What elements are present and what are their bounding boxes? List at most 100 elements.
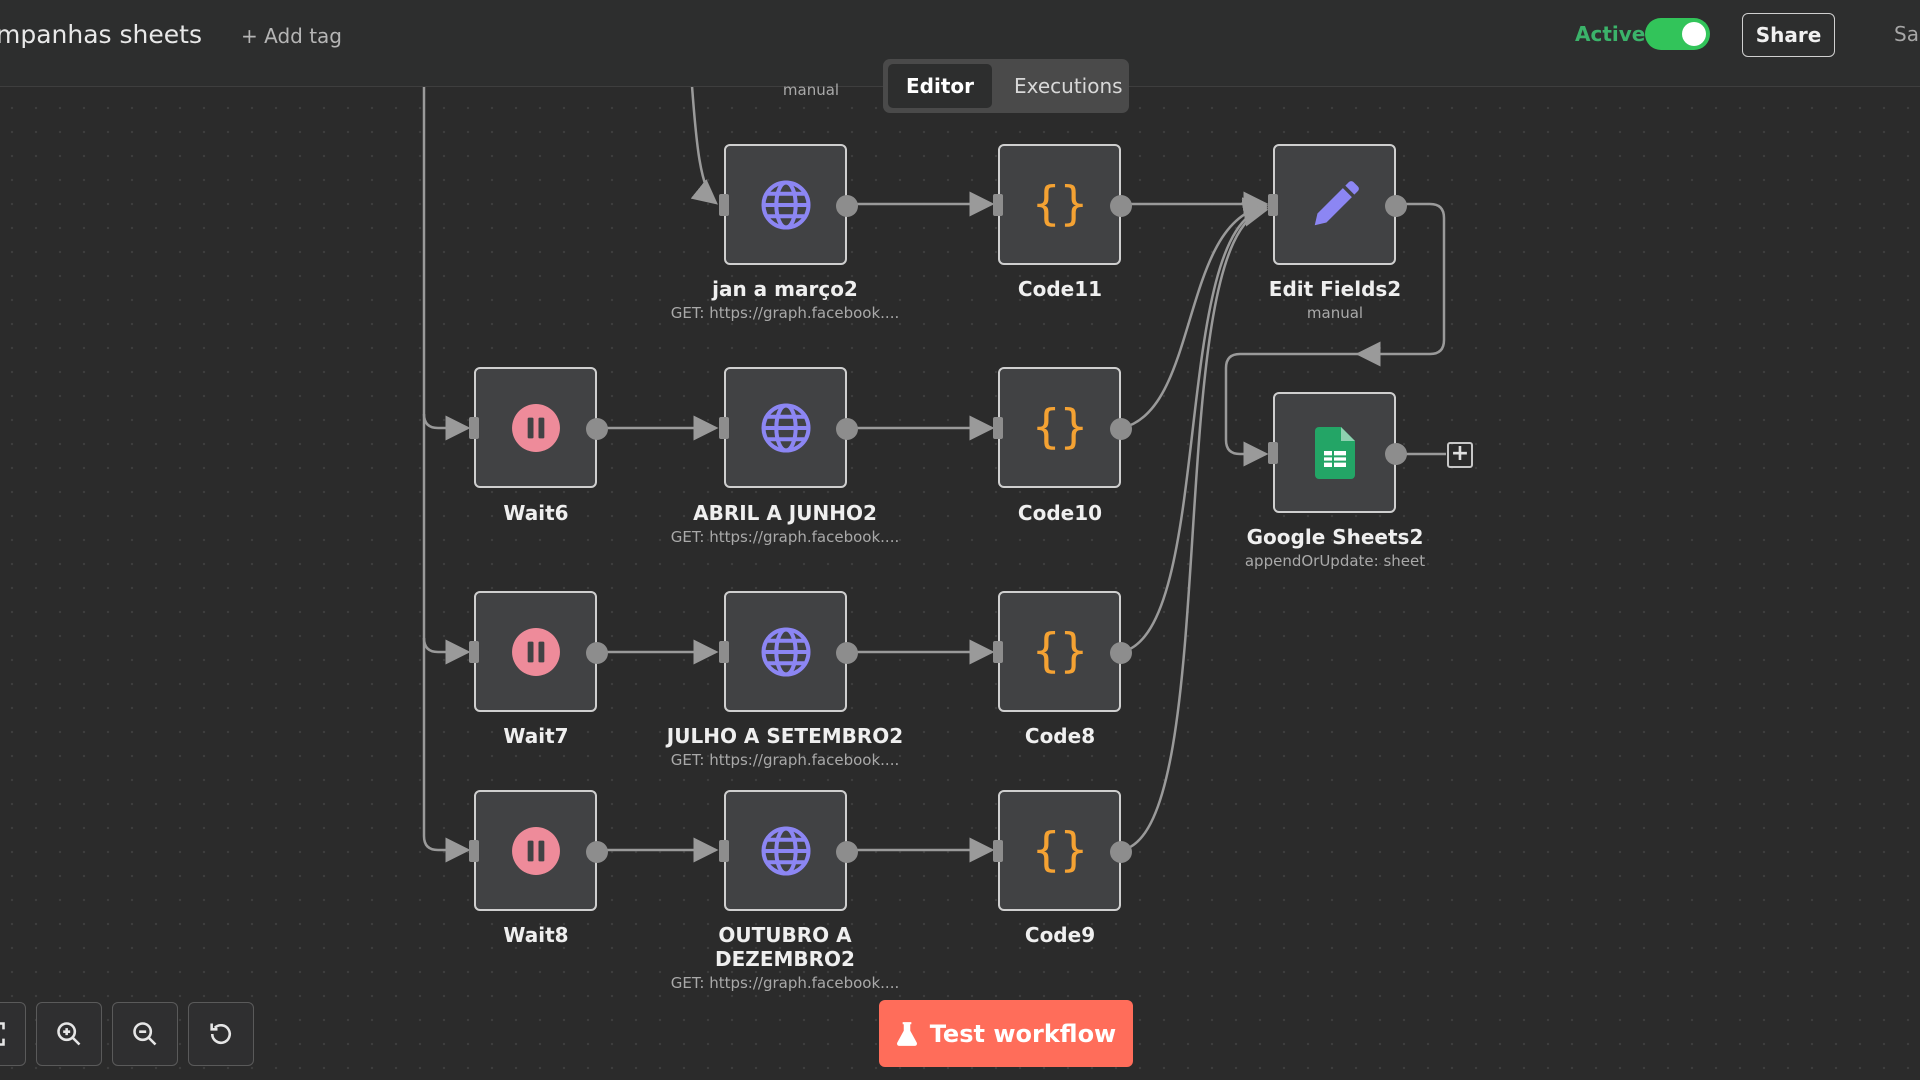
node-label: jan a março2 xyxy=(712,277,858,301)
test-workflow-button[interactable]: Test workflow xyxy=(879,1000,1133,1067)
globe-icon xyxy=(760,825,811,876)
test-workflow-label: Test workflow xyxy=(929,1019,1117,1048)
zoom-in-button[interactable] xyxy=(36,1002,102,1066)
fit-view-button[interactable] xyxy=(0,1002,26,1066)
input-handle[interactable] xyxy=(719,194,729,216)
node-label: Google Sheets2 xyxy=(1246,525,1424,549)
node-label: Edit Fields2 xyxy=(1268,277,1402,301)
zoom-out-icon xyxy=(133,1022,157,1046)
zoom-out-button[interactable] xyxy=(112,1002,178,1066)
output-handle[interactable] xyxy=(836,642,858,664)
node-code9[interactable]: {} xyxy=(993,790,1132,911)
active-label: Active xyxy=(1575,22,1646,46)
output-handle[interactable] xyxy=(1385,443,1407,465)
input-handle[interactable] xyxy=(993,840,1003,862)
node-jan-a-marco2[interactable] xyxy=(719,144,858,265)
node-label: Wait8 xyxy=(503,923,569,947)
add-node-button[interactable]: + xyxy=(1447,442,1473,468)
zoom-in-icon xyxy=(57,1022,81,1046)
input-handle[interactable] xyxy=(993,641,1003,663)
node-julho-a-setembro2[interactable] xyxy=(719,591,858,712)
node-subtitle: GET: https://graph.facebook.... xyxy=(670,304,900,322)
toggle-knob xyxy=(1682,22,1706,46)
active-toggle[interactable] xyxy=(1645,18,1710,50)
node-subtitle: GET: https://graph.facebook.... xyxy=(670,974,900,992)
node-code10[interactable]: {} xyxy=(993,367,1132,488)
node-subtitle: manual xyxy=(1306,304,1364,322)
node-subtitle: GET: https://graph.facebook.... xyxy=(670,528,900,546)
node-label: Code9 xyxy=(1024,923,1096,947)
output-handle[interactable] xyxy=(586,642,608,664)
input-handle[interactable] xyxy=(993,194,1003,216)
node-wait7[interactable] xyxy=(469,591,608,712)
connections-layer xyxy=(422,85,1446,863)
node-label: Code11 xyxy=(1017,277,1103,301)
node-label: Code8 xyxy=(1024,724,1096,748)
output-handle[interactable] xyxy=(836,195,858,217)
node-subtitle: GET: https://graph.facebook.... xyxy=(670,751,900,769)
connection-trunk-wait6 xyxy=(422,413,471,441)
node-edit-fields2[interactable] xyxy=(1268,144,1407,265)
node-abril-a-junho2[interactable] xyxy=(719,367,858,488)
pencil-icon xyxy=(1314,180,1359,225)
fit-view-icon xyxy=(0,1022,5,1046)
node-subtitle: appendOrUpdate: sheet xyxy=(1244,552,1426,570)
add-tag-button[interactable]: + Add tag xyxy=(241,24,342,48)
tab-executions[interactable]: Executions xyxy=(996,64,1141,108)
node-outubro-a-dezembro2[interactable] xyxy=(719,790,858,911)
svg-text:{}: {} xyxy=(1032,623,1087,677)
input-handle[interactable] xyxy=(719,641,729,663)
workflow-title[interactable]: mpanhas sheets xyxy=(0,20,202,49)
node-wait6[interactable] xyxy=(469,367,608,488)
svg-text:{}: {} xyxy=(1032,176,1087,230)
node-code8[interactable]: {} xyxy=(993,591,1132,712)
input-handle[interactable] xyxy=(469,840,479,862)
node-label: JULHO A SETEMBRO2 xyxy=(666,724,904,748)
output-handle[interactable] xyxy=(1110,642,1132,664)
output-handle[interactable] xyxy=(836,841,858,863)
output-handle[interactable] xyxy=(1110,418,1132,440)
node-label: Wait7 xyxy=(503,724,569,748)
zoom-controls xyxy=(0,1002,254,1066)
node-code11[interactable]: {} xyxy=(993,144,1132,265)
node-google-sheets2[interactable] xyxy=(1268,392,1407,513)
code-braces-icon: {} xyxy=(1032,176,1087,230)
input-handle[interactable] xyxy=(1268,442,1278,464)
input-handle[interactable] xyxy=(469,417,479,439)
code-braces-icon: {} xyxy=(1032,623,1087,677)
output-handle[interactable] xyxy=(1110,841,1132,863)
code-braces-icon: {} xyxy=(1032,822,1087,876)
node-label: OUTUBRO A DEZEMBRO2 xyxy=(715,923,855,971)
node-wait8[interactable] xyxy=(469,790,608,911)
code-braces-icon: {} xyxy=(1032,399,1087,453)
output-handle[interactable] xyxy=(586,418,608,440)
save-button[interactable]: Sa xyxy=(1894,22,1919,46)
output-handle[interactable] xyxy=(1110,195,1132,217)
input-handle[interactable] xyxy=(469,641,479,663)
connection-trunk-wait7 xyxy=(422,637,471,665)
output-handle[interactable] xyxy=(1385,195,1407,217)
node-label: ABRIL A JUNHO2 xyxy=(693,501,877,525)
node-label: Wait6 xyxy=(503,501,569,525)
input-handle[interactable] xyxy=(993,417,1003,439)
globe-icon xyxy=(760,179,811,230)
reset-zoom-button[interactable] xyxy=(188,1002,254,1066)
google-sheets-icon xyxy=(1314,426,1355,479)
tab-editor[interactable]: Editor xyxy=(888,64,992,108)
input-handle[interactable] xyxy=(719,840,729,862)
node-label: Code10 xyxy=(1017,501,1103,525)
output-handle[interactable] xyxy=(586,841,608,863)
reset-zoom-icon xyxy=(210,1023,231,1045)
globe-icon xyxy=(760,626,811,677)
output-handle[interactable] xyxy=(836,418,858,440)
input-handle[interactable] xyxy=(719,417,729,439)
globe-icon xyxy=(760,402,811,453)
mode-switch: Editor Executions xyxy=(883,59,1129,113)
svg-text:{}: {} xyxy=(1032,399,1087,453)
share-button[interactable]: Share xyxy=(1742,13,1835,57)
pause-icon xyxy=(511,627,560,676)
pause-icon xyxy=(511,403,560,452)
input-handle[interactable] xyxy=(1268,194,1278,216)
svg-text:{}: {} xyxy=(1032,822,1087,876)
pause-icon xyxy=(511,826,560,875)
